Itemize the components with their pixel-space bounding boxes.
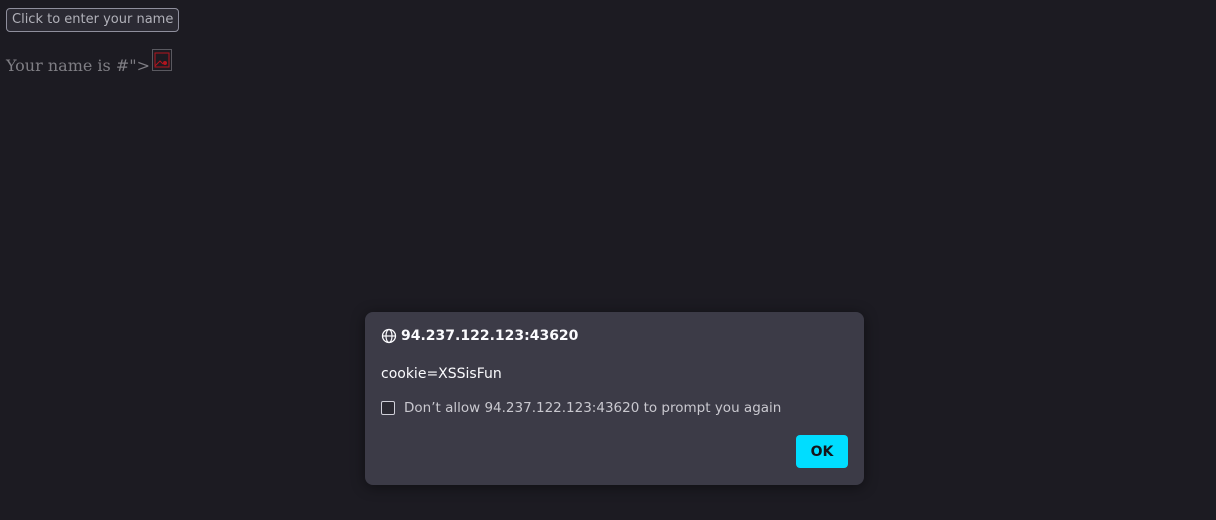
dialog-header: 94.237.122.123:43620: [381, 328, 578, 344]
name-display: Your name is #">: [6, 48, 172, 75]
page: Click to enter your name Your name is #"…: [0, 0, 1216, 520]
enter-name-button[interactable]: Click to enter your name: [6, 8, 180, 32]
dialog-origin: 94.237.122.123:43620: [401, 328, 579, 344]
prompt-dialog: 94.237.122.123:43620 cookie=XSSisFun Don…: [365, 312, 864, 485]
broken-image-icon: [152, 48, 172, 71]
globe-icon: [381, 328, 397, 344]
dont-allow-row[interactable]: Don’t allow 94.237.122.123:43620 to prom…: [381, 400, 781, 416]
name-display-text: Your name is #">: [6, 56, 150, 75]
ok-button[interactable]: OK: [796, 435, 848, 468]
dont-allow-checkbox[interactable]: [381, 401, 395, 415]
dialog-message: cookie=XSSisFun: [381, 366, 502, 382]
dont-allow-label[interactable]: Don’t allow 94.237.122.123:43620 to prom…: [404, 400, 781, 416]
